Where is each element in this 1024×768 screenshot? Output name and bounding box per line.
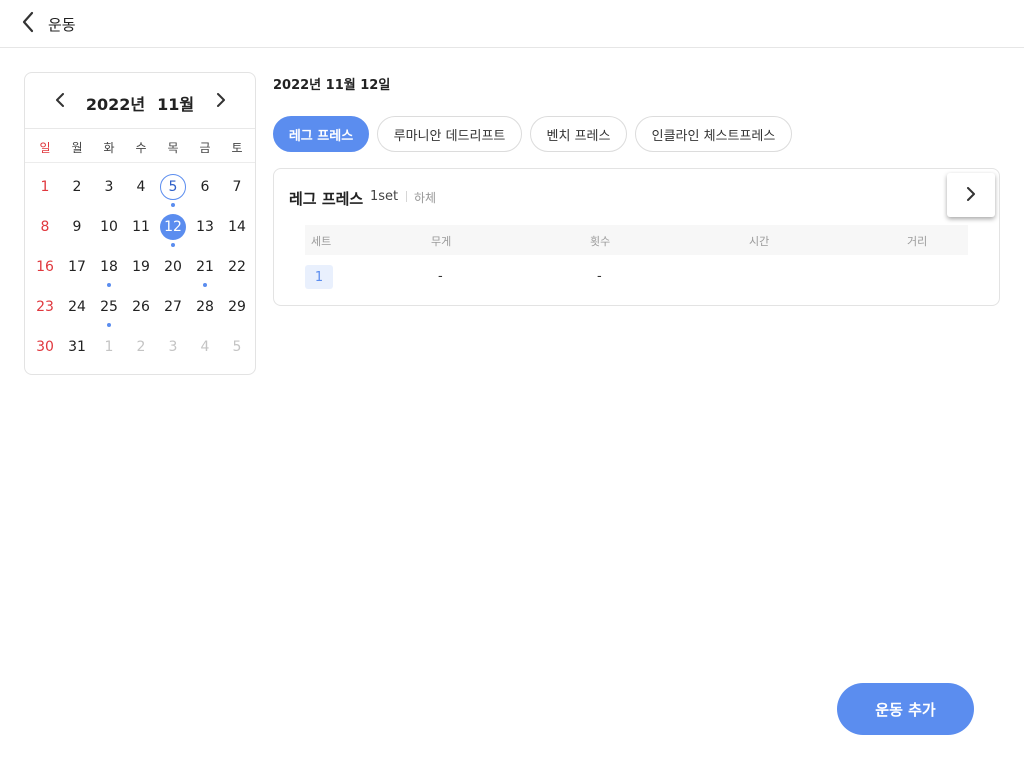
column-header-distance: 거리	[907, 235, 928, 248]
calendar-day[interactable]: 25	[96, 294, 122, 320]
add-workout-button[interactable]: 운동 추가	[837, 683, 974, 735]
calendar-day[interactable]: 13	[192, 214, 218, 240]
weekday-label: 화	[103, 141, 115, 155]
calendar-day[interactable]: 20	[160, 254, 186, 280]
calendar-day[interactable]: 27	[160, 294, 186, 320]
calendar-day[interactable]: 1	[32, 174, 58, 200]
weekday-label: 토	[231, 141, 243, 155]
exercise-detail-button[interactable]	[947, 173, 995, 217]
selected-date-label: 2022년 11월 12일	[273, 78, 391, 93]
calendar-day-other-month[interactable]: 1	[96, 334, 122, 360]
calendar-day[interactable]: 16	[32, 254, 58, 280]
column-header-time: 시간	[749, 235, 770, 248]
weekday-label: 월	[71, 141, 83, 155]
calendar-day[interactable]: 5	[160, 174, 186, 200]
calendar-day[interactable]: 6	[192, 174, 218, 200]
top-bar: 운동	[0, 0, 1024, 48]
calendar-day-other-month[interactable]: 3	[160, 334, 186, 360]
chevron-right-icon	[216, 92, 226, 111]
workout-indicator-dot	[107, 283, 111, 287]
workout-indicator-dot	[171, 243, 175, 247]
set-number: 1	[305, 265, 333, 289]
exercise-chip[interactable]: 루마니안 데드리프트	[377, 116, 522, 152]
calendar-day[interactable]: 9	[64, 214, 90, 240]
column-header-set: 세트	[311, 235, 332, 248]
table-row[interactable]: 1 - -	[305, 265, 968, 291]
exercise-chip[interactable]: 레그 프레스	[273, 116, 369, 152]
calendar-day[interactable]: 14	[224, 214, 250, 240]
calendar-days: 1 2 3 4 5 6 7 8 9 10 11 12 13 14 16 17 18 19 20 21 22 23 24 25 2…	[25, 163, 255, 373]
workout-indicator-dot	[203, 283, 207, 287]
calendar: 2022년 11월 일월화수목금토 1 2 3 4 5 6 7 8 9 10 11 12 13 14 16 17…	[24, 72, 256, 375]
calendar-day[interactable]: 26	[128, 294, 154, 320]
calendar-year: 2022년	[85, 95, 146, 114]
calendar-day[interactable]: 12	[160, 214, 186, 240]
back-button[interactable]	[14, 10, 42, 38]
calendar-weekdays: 일월화수목금토	[25, 129, 255, 163]
exercise-body-part: 하체	[414, 191, 437, 205]
calendar-day[interactable]: 7	[224, 174, 250, 200]
weekday-label: 금	[199, 141, 211, 155]
exercise-set-count: 1set	[370, 189, 399, 204]
calendar-day[interactable]: 17	[64, 254, 90, 280]
weekday-label: 수	[135, 141, 147, 155]
calendar-month: 11월	[157, 95, 195, 114]
calendar-day-other-month[interactable]: 2	[128, 334, 154, 360]
calendar-day[interactable]: 3	[96, 174, 122, 200]
calendar-day[interactable]: 31	[64, 334, 90, 360]
exercise-card: 레그 프레스 1set 하체 세트 무게 횟수 시간 거리 1 - -	[273, 168, 1000, 306]
calendar-day[interactable]: 22	[224, 254, 250, 280]
calendar-day[interactable]: 21	[192, 254, 218, 280]
column-header-reps: 횟수	[590, 235, 611, 248]
calendar-day[interactable]: 11	[128, 214, 154, 240]
calendar-day[interactable]: 19	[128, 254, 154, 280]
weight-value: -	[438, 269, 443, 284]
exercise-chip[interactable]: 인클라인 체스트프레스	[635, 116, 792, 152]
set-table-header: 세트 무게 횟수 시간 거리	[305, 225, 968, 255]
calendar-day[interactable]: 30	[32, 334, 58, 360]
next-month-button[interactable]	[209, 89, 233, 113]
exercise-chip[interactable]: 벤치 프레스	[530, 116, 627, 152]
chevron-left-icon	[21, 11, 35, 37]
calendar-day[interactable]: 18	[96, 254, 122, 280]
calendar-day[interactable]: 8	[32, 214, 58, 240]
calendar-day[interactable]: 2	[64, 174, 90, 200]
calendar-day[interactable]: 28	[192, 294, 218, 320]
chevron-right-icon	[966, 186, 976, 205]
exercise-name: 레그 프레스	[289, 190, 364, 208]
calendar-day-other-month[interactable]: 5	[224, 334, 250, 360]
calendar-header: 2022년 11월	[25, 73, 255, 129]
reps-value: -	[597, 269, 602, 284]
calendar-day[interactable]: 24	[64, 294, 90, 320]
weekday-label: 목	[167, 141, 179, 155]
weekday-label: 일	[39, 141, 51, 155]
workout-indicator-dot	[107, 323, 111, 327]
calendar-day[interactable]: 23	[32, 294, 58, 320]
divider	[406, 191, 407, 202]
calendar-day[interactable]: 10	[96, 214, 122, 240]
page-title: 운동	[48, 16, 76, 34]
calendar-day[interactable]: 4	[128, 174, 154, 200]
workout-indicator-dot	[171, 203, 175, 207]
calendar-day-other-month[interactable]: 4	[192, 334, 218, 360]
calendar-day[interactable]: 29	[224, 294, 250, 320]
column-header-weight: 무게	[431, 235, 452, 248]
